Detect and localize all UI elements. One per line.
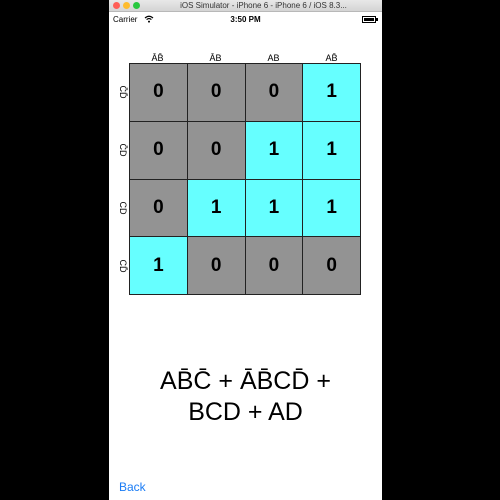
karnaugh-map: 0 0 0 1 0 0 1 1 0 1 1 1 1 0 0 0 [129, 63, 361, 295]
status-time: 3:50 PM [230, 15, 261, 24]
expression-line-1: AB̄C̄ + ĀB̄CD̄ + [160, 367, 331, 395]
column-header: AB̄ [325, 53, 338, 63]
kmap-cell[interactable]: 0 [245, 64, 303, 121]
kmap-cell[interactable]: 0 [187, 121, 245, 179]
kmap-cell[interactable]: 1 [187, 179, 245, 237]
expression-line-2: BCD + AD [188, 398, 303, 426]
column-header: ĀB [209, 53, 222, 63]
kmap-cell[interactable]: 1 [303, 179, 360, 237]
kmap-cell[interactable]: 0 [130, 64, 187, 121]
kmap-cell[interactable]: 1 [303, 121, 360, 179]
kmap-cell[interactable]: 0 [245, 237, 303, 294]
kmap-cell[interactable]: 0 [130, 179, 187, 237]
row-header-text: CD̄ [118, 259, 128, 272]
battery-tip [376, 18, 378, 21]
kmap-cell[interactable]: 1 [130, 237, 187, 294]
zoom-window-icon[interactable] [133, 2, 140, 9]
row-header-text: C̄D̄ [118, 85, 128, 98]
row-header: CD̄ [117, 237, 129, 294]
row-header-text: C̄D [118, 143, 128, 156]
row-header: CD [117, 179, 129, 236]
kmap-cell[interactable]: 1 [245, 179, 303, 237]
back-button[interactable]: Back [119, 480, 146, 494]
close-window-icon[interactable] [113, 2, 120, 9]
simulator-title-bar: iOS Simulator - iPhone 6 - iPhone 6 / iO… [109, 0, 382, 12]
simplified-expression: AB̄C̄ + ĀB̄CD̄ + BCD + AD [109, 366, 382, 428]
kmap-cell[interactable]: 0 [187, 237, 245, 294]
row-header: C̄D̄ [117, 63, 129, 120]
row-header-text: CD [118, 201, 128, 214]
battery-icon [362, 16, 376, 23]
minimize-window-icon[interactable] [123, 2, 130, 9]
simulator-title: iOS Simulator - iPhone 6 - iPhone 6 / iO… [180, 1, 347, 10]
kmap-cell[interactable]: 0 [303, 237, 360, 294]
kmap-cell[interactable]: 0 [187, 64, 245, 121]
kmap-cell[interactable]: 1 [303, 64, 360, 121]
simulator-window: iOS Simulator - iPhone 6 - iPhone 6 / iO… [109, 0, 382, 500]
kmap-cell[interactable]: 0 [130, 121, 187, 179]
row-header: C̄D [117, 121, 129, 178]
status-bar: Carrier 3:50 PM [109, 12, 382, 27]
column-header: AB [267, 53, 280, 63]
column-header: ĀB̄ [151, 53, 164, 63]
kmap-cell[interactable]: 1 [245, 121, 303, 179]
